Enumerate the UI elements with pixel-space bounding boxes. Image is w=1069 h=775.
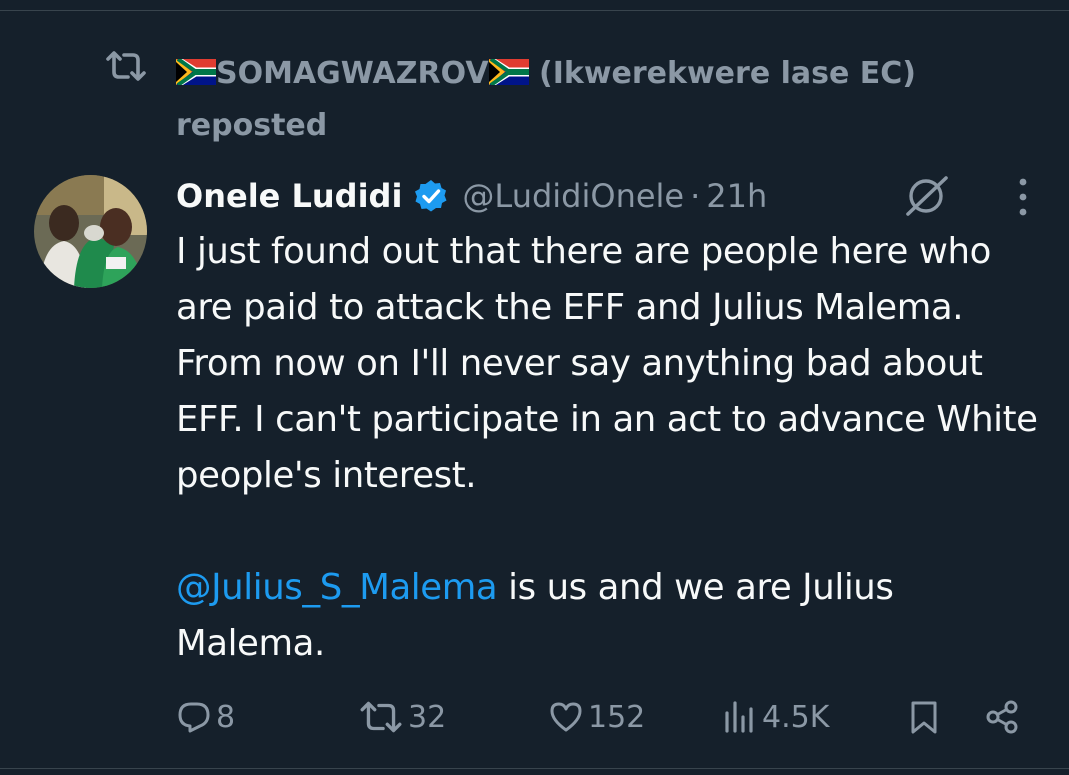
repost-icon <box>106 51 146 81</box>
more-icon[interactable] <box>1012 176 1034 218</box>
reposter-name[interactable]: SOMAGWAZROV <box>216 56 489 91</box>
author-name[interactable]: Onele Ludidi <box>176 177 402 215</box>
reposted-label: reposted <box>176 108 328 143</box>
bottom-divider <box>0 768 1069 769</box>
views-count: 4.5K <box>762 699 830 735</box>
flag-south-africa-icon <box>176 59 216 85</box>
reply-count: 8 <box>216 699 236 735</box>
tweet-text: I just found out that there are people h… <box>176 224 1046 672</box>
tweet-author-line[interactable]: Onele Ludidi @LudidiOnele · 21h <box>176 168 767 224</box>
share-icon <box>986 700 1018 734</box>
like-icon <box>550 702 582 732</box>
repost-button[interactable]: 32 <box>358 694 446 740</box>
avatar[interactable] <box>34 175 147 288</box>
flag-south-africa-icon <box>488 59 529 85</box>
views-button[interactable]: 4.5K <box>722 694 829 740</box>
views-icon <box>725 701 753 733</box>
repost-icon <box>360 701 402 733</box>
tweet-time[interactable]: 21h <box>706 177 767 215</box>
tweet-paragraph-2: @Julius_S_Malema is us and we are Julius… <box>176 560 1046 672</box>
separator-dot: · <box>690 177 701 215</box>
reposter-suffix[interactable]: (Ikwerekwere lase EC) <box>529 56 916 91</box>
reply-button[interactable]: 8 <box>176 694 235 740</box>
repost-header[interactable]: SOMAGWAZROV (Ikwerekwere lase EC) repost… <box>176 48 1036 152</box>
repost-count: 32 <box>408 699 447 735</box>
grok-icon[interactable] <box>902 172 952 218</box>
share-button[interactable] <box>984 694 1024 740</box>
author-handle[interactable]: @LudidiOnele <box>462 177 684 215</box>
reply-icon <box>178 702 210 733</box>
top-divider <box>0 10 1069 11</box>
verified-badge-icon <box>415 180 447 212</box>
like-count: 152 <box>588 699 646 735</box>
bookmark-button[interactable] <box>906 694 946 740</box>
mention-link[interactable]: @Julius_S_Malema <box>176 567 498 608</box>
tweet-paragraph-1: I just found out that there are people h… <box>176 231 1038 496</box>
like-button[interactable]: 152 <box>548 694 645 740</box>
bookmark-icon <box>911 701 937 734</box>
